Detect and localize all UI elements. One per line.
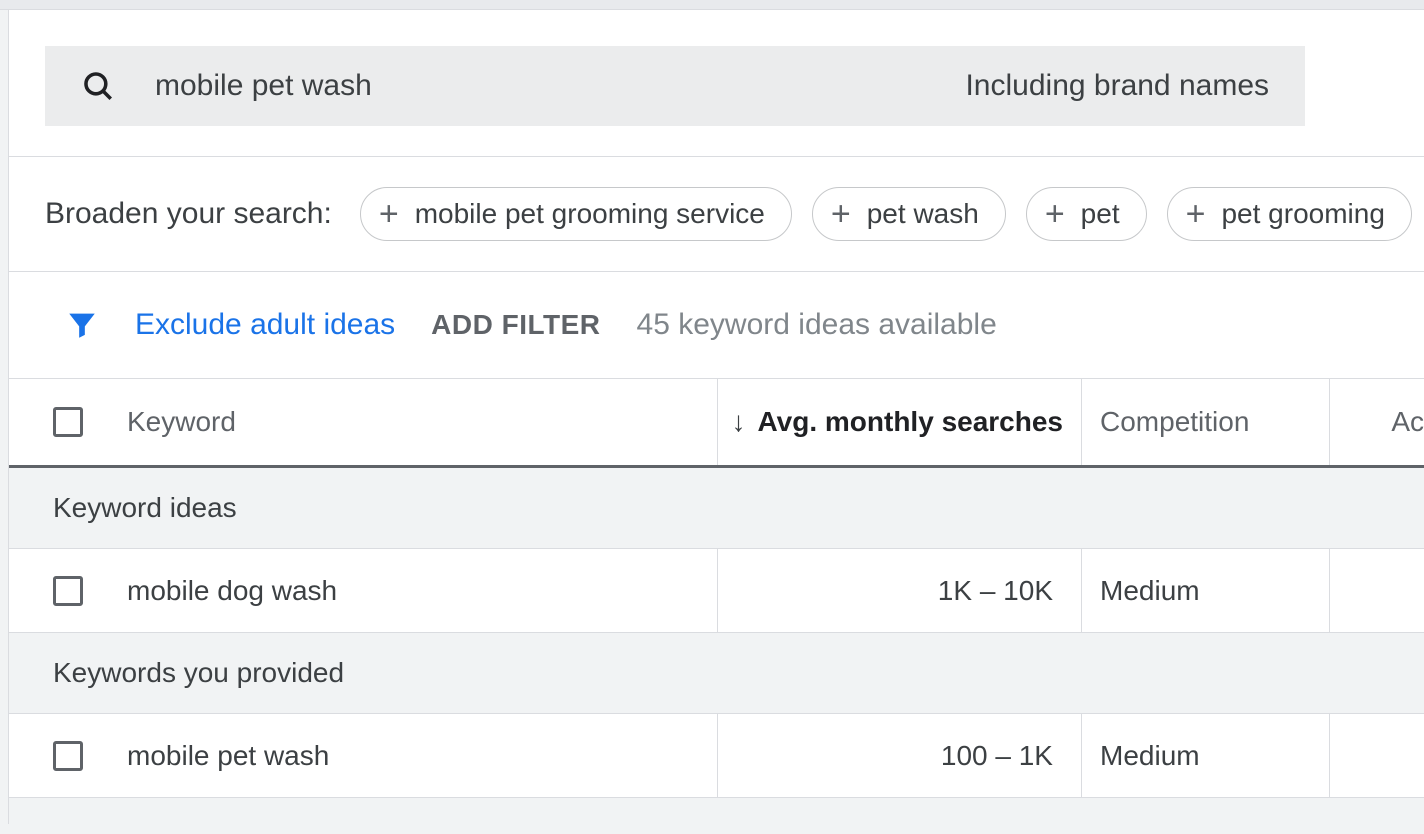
table-row: mobile dog wash 1K – 10K Medium [9, 549, 1424, 633]
row-competition: Medium [1081, 549, 1329, 632]
table-header-row: Keyword ↓ Avg. monthly searches Competit… [9, 378, 1424, 468]
chip-label: mobile pet grooming service [415, 198, 765, 230]
header-ac[interactable]: Ac [1329, 379, 1424, 465]
row-checkbox[interactable] [53, 741, 83, 771]
row-competition: Medium [1081, 714, 1329, 797]
including-brands-toggle[interactable]: Including brand names [965, 69, 1269, 103]
chip-label: pet wash [867, 198, 979, 230]
row-checkbox[interactable] [53, 576, 83, 606]
plus-icon: + [379, 197, 399, 231]
row-check-cell [9, 576, 127, 606]
plus-icon: + [1186, 197, 1206, 231]
row-keyword[interactable]: mobile dog wash [127, 575, 717, 607]
select-all-cell [9, 407, 127, 437]
plus-icon: + [1045, 197, 1065, 231]
search-box[interactable]: mobile pet wash Including brand names [45, 46, 1305, 126]
add-filter-button[interactable]: ADD FILTER [431, 309, 600, 341]
header-keyword[interactable]: Keyword [127, 406, 717, 438]
chip-label: pet grooming [1221, 198, 1384, 230]
header-searches-label: Avg. monthly searches [757, 406, 1063, 438]
row-ac [1329, 714, 1424, 797]
row-searches: 1K – 10K [717, 549, 1081, 632]
broaden-chip[interactable]: + pet grooming [1167, 187, 1412, 241]
search-query-text[interactable]: mobile pet wash [155, 69, 965, 103]
top-strip [0, 0, 1424, 10]
table-row: mobile pet wash 100 – 1K Medium [9, 714, 1424, 798]
exclude-adult-link[interactable]: Exclude adult ideas [135, 308, 395, 342]
filter-icon[interactable] [65, 308, 99, 342]
filter-row: Exclude adult ideas ADD FILTER 45 keywor… [9, 272, 1424, 378]
select-all-checkbox[interactable] [53, 407, 83, 437]
row-check-cell [9, 741, 127, 771]
row-ac [1329, 549, 1424, 632]
section-keyword-ideas: Keyword ideas [9, 468, 1424, 549]
results-table: Keyword ↓ Avg. monthly searches Competit… [9, 378, 1424, 824]
search-row: mobile pet wash Including brand names [9, 10, 1424, 156]
bottom-pad [9, 798, 1424, 824]
sort-desc-icon: ↓ [731, 406, 745, 438]
header-searches[interactable]: ↓ Avg. monthly searches [717, 379, 1081, 465]
broaden-chip[interactable]: + mobile pet grooming service [360, 187, 792, 241]
main-container: mobile pet wash Including brand names Br… [8, 10, 1424, 824]
search-icon [81, 69, 115, 103]
broaden-row: Broaden your search: + mobile pet groomin… [9, 156, 1424, 272]
row-searches: 100 – 1K [717, 714, 1081, 797]
broaden-label: Broaden your search: [45, 197, 332, 231]
ideas-available-text: 45 keyword ideas available [637, 308, 997, 342]
broaden-chip[interactable]: + pet [1026, 187, 1147, 241]
section-keywords-provided: Keywords you provided [9, 633, 1424, 714]
row-keyword[interactable]: mobile pet wash [127, 740, 717, 772]
broaden-chip[interactable]: + pet wash [812, 187, 1006, 241]
header-competition[interactable]: Competition [1081, 379, 1329, 465]
chip-label: pet [1081, 198, 1120, 230]
plus-icon: + [831, 197, 851, 231]
